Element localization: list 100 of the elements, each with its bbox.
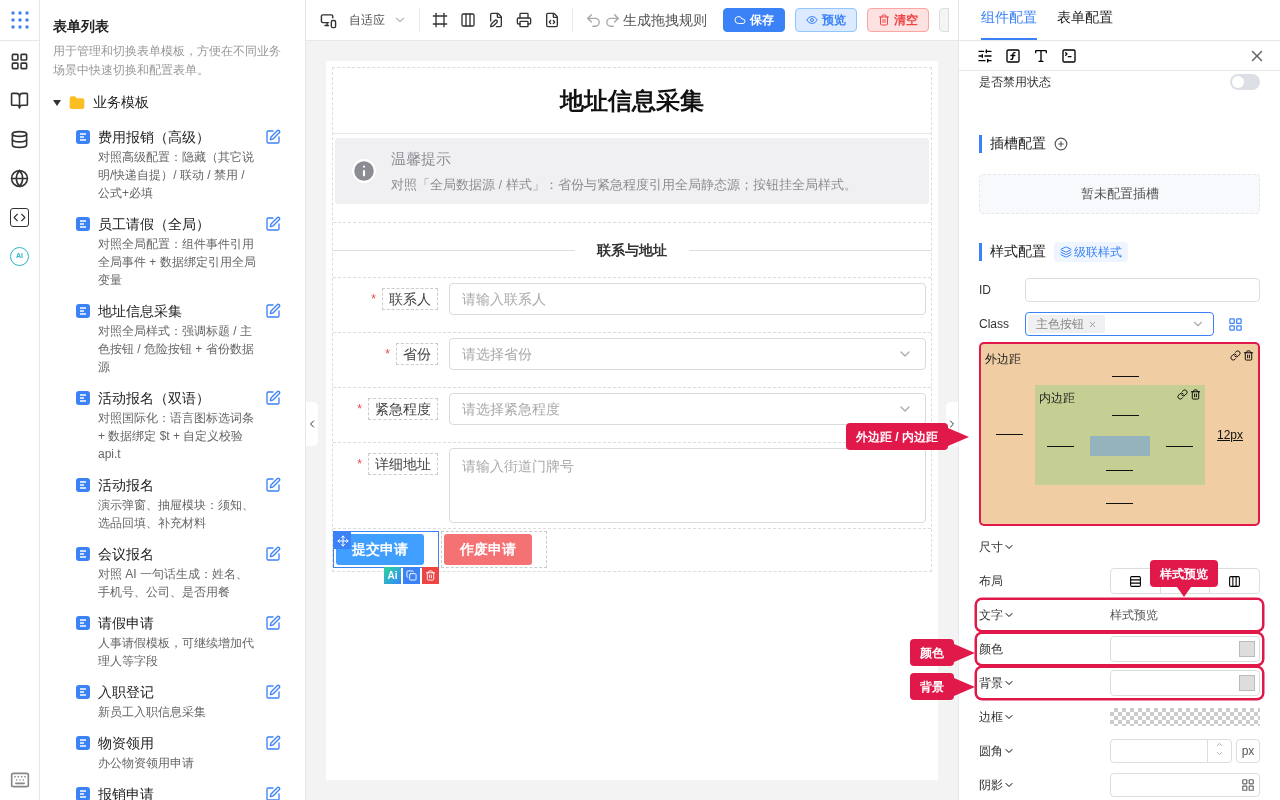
keyboard-icon[interactable] bbox=[9, 770, 30, 790]
panel-title: 表单列表 bbox=[52, 17, 110, 36]
field-label: 紧急程度 bbox=[368, 398, 438, 420]
folder-label[interactable]: 业务模板 bbox=[93, 92, 149, 113]
grid-icon[interactable] bbox=[1228, 316, 1243, 332]
collapse-left-handle[interactable] bbox=[306, 402, 318, 446]
template-description: 人事请假模板，可继续增加代理人等字段 bbox=[98, 635, 255, 670]
content-box bbox=[1089, 436, 1150, 456]
required-mark: * bbox=[371, 291, 376, 308]
empty-value-line[interactable] bbox=[1165, 445, 1193, 447]
color-input[interactable] bbox=[1110, 636, 1260, 662]
cascade-style-tag[interactable]: 级联样式 bbox=[1054, 241, 1128, 262]
annotation-label: 样式预览 bbox=[1150, 560, 1218, 587]
copy-tool-button[interactable] bbox=[403, 567, 420, 584]
document-icon bbox=[76, 685, 90, 699]
folder-icon bbox=[69, 94, 85, 111]
style-row-label[interactable]: 阴影 bbox=[979, 776, 1003, 794]
panel-tab[interactable]: 组件配置 bbox=[981, 7, 1037, 40]
device-icon[interactable] bbox=[320, 11, 337, 29]
edit-icon[interactable] bbox=[265, 129, 281, 145]
remove-icon[interactable] bbox=[1088, 319, 1097, 329]
edit-icon[interactable] bbox=[265, 546, 281, 562]
edit-icon[interactable] bbox=[265, 216, 281, 232]
delete-tool-button[interactable] bbox=[422, 567, 439, 584]
generate-rules-button[interactable]: 生成拖拽规则 bbox=[623, 9, 707, 31]
device-select[interactable]: 自适应 bbox=[349, 11, 407, 29]
callout-pointer bbox=[954, 677, 975, 696]
link-icon[interactable] bbox=[1230, 350, 1241, 361]
style-row-label[interactable]: 文字 bbox=[979, 606, 1003, 624]
panel-tab[interactable]: 表单配置 bbox=[1057, 7, 1113, 40]
style-row-label[interactable]: 圆角 bbox=[979, 742, 1003, 760]
empty-value-line[interactable] bbox=[1112, 414, 1139, 416]
template-title[interactable]: 入职登记 bbox=[98, 682, 257, 702]
template-title[interactable]: 会议报名 bbox=[98, 544, 257, 564]
template-title[interactable]: 员工请假（全局） bbox=[98, 214, 257, 234]
file-edit-icon[interactable] bbox=[488, 12, 504, 28]
trash-icon[interactable] bbox=[1189, 388, 1201, 400]
expand-triangle-icon[interactable] bbox=[53, 99, 61, 106]
edit-icon[interactable] bbox=[265, 390, 281, 406]
empty-value-line[interactable] bbox=[995, 434, 1023, 435]
save-button[interactable]: 保存 bbox=[723, 8, 785, 32]
link-icon[interactable] bbox=[1176, 388, 1188, 400]
trash-icon[interactable] bbox=[1243, 350, 1254, 361]
edit-icon[interactable] bbox=[265, 615, 281, 631]
database-icon[interactable] bbox=[10, 130, 29, 149]
color-swatch-icon bbox=[1239, 641, 1255, 657]
edit-icon[interactable] bbox=[265, 786, 281, 800]
margin-right-value[interactable]: 12px bbox=[1206, 425, 1254, 444]
document-icon bbox=[76, 478, 90, 492]
style-row-label[interactable]: 尺寸 bbox=[979, 538, 1003, 556]
shadow-input[interactable] bbox=[1110, 773, 1260, 797]
function-icon[interactable] bbox=[1005, 47, 1021, 64]
color-input[interactable] bbox=[1110, 670, 1260, 696]
template-description: 对照国际化：语言图标选词条 + 数据绑定 $t + 自定义校验 api.t bbox=[98, 410, 255, 463]
redo-icon[interactable] bbox=[604, 11, 621, 29]
section-title: 插槽配置 bbox=[990, 134, 1046, 153]
edit-icon[interactable] bbox=[265, 684, 281, 700]
edit-icon[interactable] bbox=[265, 477, 281, 493]
code-icon[interactable] bbox=[10, 208, 29, 227]
number-input[interactable] bbox=[1110, 739, 1232, 763]
text-style-icon[interactable] bbox=[1033, 47, 1049, 64]
style-row-label[interactable]: 边框 bbox=[979, 708, 1003, 726]
required-mark: * bbox=[385, 346, 390, 363]
template-title[interactable]: 请假申请 bbox=[98, 613, 257, 633]
print-icon[interactable] bbox=[516, 12, 532, 28]
empty-value-line[interactable] bbox=[1106, 469, 1133, 471]
callout-pointer bbox=[1177, 587, 1191, 597]
id-input[interactable] bbox=[1025, 278, 1260, 302]
move-handle[interactable] bbox=[334, 532, 351, 549]
template-description: 办公物资领用申请 bbox=[98, 755, 195, 772]
file-code-icon[interactable] bbox=[544, 12, 560, 28]
dashboard-icon[interactable] bbox=[10, 52, 29, 71]
apps-grid-icon[interactable] bbox=[10, 11, 29, 29]
cloud-icon bbox=[734, 14, 746, 26]
form-title: 地址信息采集 bbox=[560, 85, 704, 116]
style-row-label: 颜色 bbox=[979, 641, 1003, 658]
empty-value-line[interactable] bbox=[1046, 445, 1074, 447]
info-icon bbox=[351, 158, 377, 184]
document-icon bbox=[76, 616, 90, 630]
sliders-icon[interactable] bbox=[977, 47, 993, 64]
book-icon[interactable] bbox=[10, 91, 29, 110]
frame-icon[interactable] bbox=[432, 12, 448, 28]
style-row-label[interactable]: 背景 bbox=[979, 674, 1003, 692]
template-title[interactable]: 活动报名 bbox=[98, 475, 257, 495]
add-icon[interactable] bbox=[1054, 136, 1068, 151]
section-divider-title: 联系与地址 bbox=[595, 240, 668, 260]
template-title[interactable]: 费用报销（高级） bbox=[98, 127, 257, 147]
template-title[interactable]: 地址信息采集 bbox=[98, 301, 257, 321]
edit-icon[interactable] bbox=[265, 303, 281, 319]
block-layout-icon bbox=[1128, 574, 1142, 588]
grid-icon bbox=[1241, 778, 1255, 792]
columns-icon[interactable] bbox=[460, 12, 476, 28]
required-mark: * bbox=[357, 401, 362, 418]
field-label: 详细地址 bbox=[368, 453, 438, 475]
terminal-icon[interactable] bbox=[1061, 47, 1077, 64]
undo-icon[interactable] bbox=[585, 11, 602, 29]
template-title[interactable]: 物资领用 bbox=[98, 733, 257, 753]
globe-icon[interactable] bbox=[10, 169, 29, 188]
edit-icon[interactable] bbox=[265, 735, 281, 751]
template-title[interactable]: 活动报名（双语） bbox=[98, 388, 257, 408]
